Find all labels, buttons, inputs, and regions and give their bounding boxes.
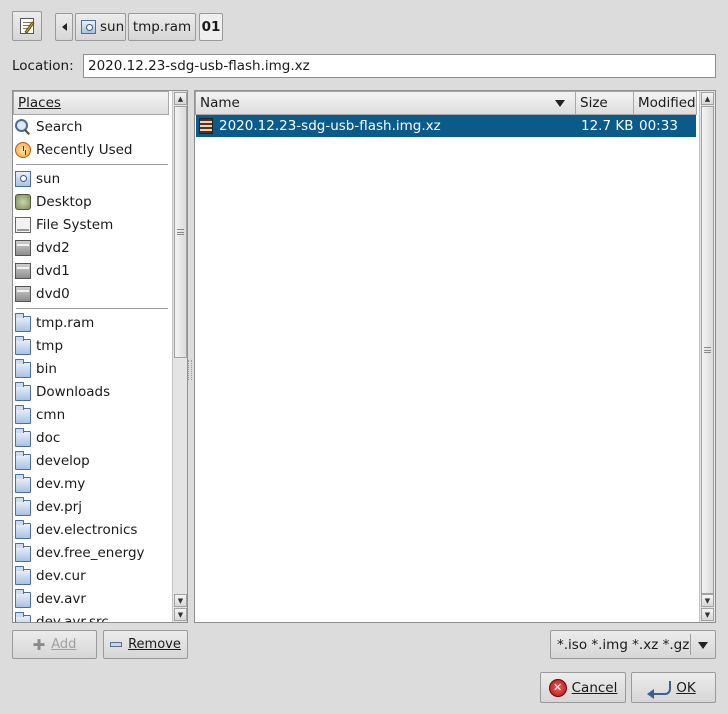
folder-icon bbox=[15, 519, 31, 539]
bookmark-item[interactable]: dev.free_energy bbox=[15, 541, 145, 564]
column-modified-header[interactable]: Modified bbox=[633, 91, 697, 115]
scroll-up-button[interactable]: ▲ bbox=[174, 92, 187, 105]
places-panel: Places Search Recently Used sun Desktop … bbox=[12, 90, 188, 623]
drive-icon bbox=[15, 285, 31, 302]
cancel-button[interactable]: ✕ Cancel bbox=[540, 672, 626, 703]
folder-icon bbox=[15, 496, 31, 516]
recent-icon bbox=[15, 141, 31, 158]
bookmark-item[interactable]: dev.cur bbox=[15, 564, 86, 587]
bookmark-item[interactable]: develop bbox=[15, 449, 90, 472]
add-bookmark-button[interactable]: ✚ Add bbox=[12, 630, 97, 659]
scroll-down-button[interactable]: ▼ bbox=[174, 594, 187, 607]
place-sun[interactable]: sun bbox=[15, 167, 60, 190]
folder-icon bbox=[15, 565, 31, 585]
bookmark-item[interactable]: Downloads bbox=[15, 380, 110, 403]
folder-icon bbox=[15, 611, 31, 622]
scroll-down-button[interactable]: ▼ bbox=[701, 594, 714, 607]
breadcrumb-current[interactable]: 01 bbox=[199, 13, 223, 41]
breadcrumb-label: tmp.ram bbox=[132, 19, 192, 35]
bookmark-item[interactable]: doc bbox=[15, 426, 60, 449]
place-search[interactable]: Search bbox=[15, 115, 82, 138]
place-dvd2[interactable]: dvd2 bbox=[15, 236, 70, 259]
folder-icon bbox=[15, 542, 31, 562]
file-size: 12.7 KB bbox=[581, 118, 634, 134]
place-dvd0[interactable]: dvd0 bbox=[15, 282, 70, 305]
bookmark-item[interactable]: bin bbox=[15, 357, 57, 380]
file-list: Name Size Modified 2020.12.23-sdg-usb-fl… bbox=[194, 90, 716, 623]
chevron-down-icon bbox=[698, 642, 708, 649]
places-header[interactable]: Places bbox=[13, 91, 169, 115]
breadcrumb-label: sun bbox=[100, 19, 125, 35]
bookmark-item[interactable]: tmp.ram bbox=[15, 311, 94, 334]
place-recently-used[interactable]: Recently Used bbox=[15, 138, 132, 161]
path-back-button[interactable] bbox=[55, 13, 73, 41]
folder-icon bbox=[15, 450, 31, 470]
cancel-icon: ✕ bbox=[548, 678, 567, 697]
location-label: Location: bbox=[12, 58, 74, 74]
file-name: 2020.12.23-sdg-usb-flash.img.xz bbox=[219, 118, 441, 134]
home-icon bbox=[15, 170, 31, 187]
breadcrumb-label: 01 bbox=[201, 19, 221, 35]
sort-down-icon bbox=[555, 99, 565, 107]
plus-icon: ✚ bbox=[32, 635, 46, 654]
place-dvd1[interactable]: dvd1 bbox=[15, 259, 70, 282]
places-divider bbox=[16, 164, 168, 165]
folder-icon bbox=[15, 473, 31, 493]
places-scrollbar[interactable]: ▲ ▼ ▼ bbox=[172, 91, 187, 622]
place-desktop[interactable]: Desktop bbox=[15, 190, 92, 213]
folder-icon bbox=[15, 335, 31, 355]
drive-icon bbox=[15, 262, 31, 279]
edit-location-button[interactable] bbox=[12, 11, 42, 41]
search-icon bbox=[15, 118, 31, 135]
scroll-up-button[interactable]: ▲ bbox=[701, 92, 714, 105]
place-file-system[interactable]: File System bbox=[15, 213, 113, 236]
drive-icon bbox=[15, 239, 31, 256]
column-name-header[interactable]: Name bbox=[195, 91, 576, 115]
breadcrumb-sun[interactable]: sun bbox=[75, 13, 126, 41]
folder-icon bbox=[15, 312, 31, 332]
file-filter-select[interactable]: *.iso *.img *.xz *.gz bbox=[550, 630, 716, 659]
minus-icon bbox=[110, 642, 123, 647]
folder-icon bbox=[15, 427, 31, 447]
folder-icon bbox=[15, 381, 31, 401]
column-size-header[interactable]: Size bbox=[575, 91, 634, 115]
remove-bookmark-button[interactable]: Remove bbox=[103, 630, 188, 659]
bookmark-item[interactable]: cmn bbox=[15, 403, 65, 426]
file-modified: 00:33 bbox=[639, 118, 678, 134]
scroll-thumb[interactable] bbox=[174, 106, 187, 358]
places-divider bbox=[16, 308, 168, 309]
bookmark-item[interactable]: dev.my bbox=[15, 472, 85, 495]
files-scrollbar[interactable]: ▲ ▼ ▼ bbox=[699, 91, 715, 622]
enter-icon bbox=[647, 680, 672, 699]
scroll-down-button[interactable]: ▼ bbox=[174, 608, 187, 621]
folder-icon bbox=[15, 404, 31, 424]
location-input[interactable]: 2020.12.23-sdg-usb-flash.img.xz bbox=[83, 54, 716, 78]
bookmark-item[interactable]: dev.electronics bbox=[15, 518, 137, 541]
folder-icon bbox=[15, 358, 31, 378]
filesystem-icon bbox=[15, 216, 31, 233]
folder-icon bbox=[15, 588, 31, 608]
home-icon bbox=[81, 20, 96, 34]
edit-path-icon bbox=[20, 18, 35, 34]
bookmark-item[interactable]: tmp bbox=[15, 334, 63, 357]
archive-file-icon bbox=[199, 118, 213, 134]
ok-button[interactable]: OK bbox=[631, 672, 716, 703]
scroll-thumb[interactable] bbox=[701, 106, 714, 594]
bookmark-item[interactable]: dev.prj bbox=[15, 495, 82, 518]
scroll-down-button[interactable]: ▼ bbox=[701, 608, 714, 621]
file-row[interactable]: 2020.12.23-sdg-usb-flash.img.xz 12.7 KB … bbox=[196, 115, 696, 137]
left-arrow-icon bbox=[61, 23, 67, 31]
breadcrumb-tmp-ram[interactable]: tmp.ram bbox=[128, 13, 196, 41]
bookmark-item[interactable]: dev.avr.src bbox=[15, 610, 109, 622]
bookmark-item[interactable]: dev.avr bbox=[15, 587, 86, 610]
desktop-icon bbox=[15, 193, 31, 210]
pane-resize-handle[interactable] bbox=[188, 360, 192, 380]
